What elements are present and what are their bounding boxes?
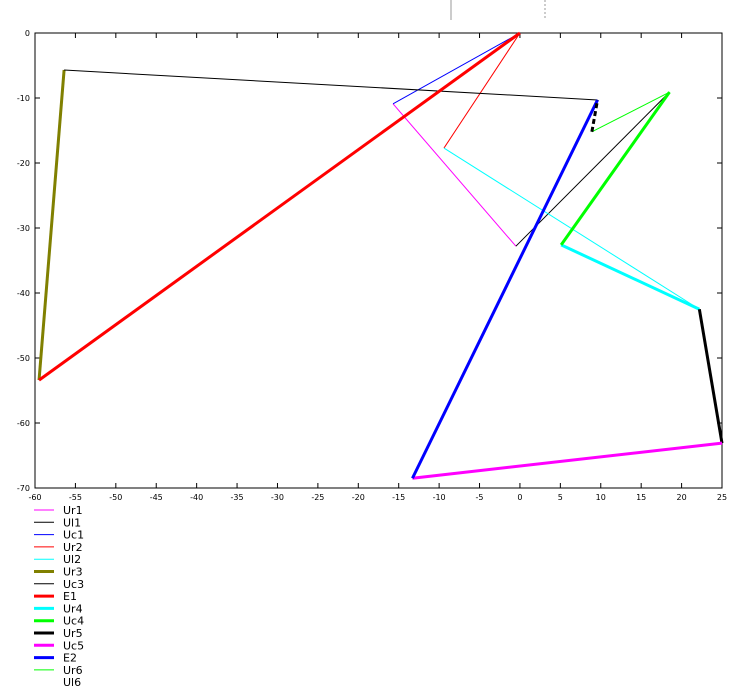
series-line-Ur4 [560, 243, 701, 311]
chart: -60 -55 -50 -45 -40 -35 -30 -25 -20 -15 -10 -5 0 5 10 1… [17, 0, 727, 689]
series-line-E1 [38, 31, 521, 382]
x-tick-label: -35 [231, 493, 244, 502]
y-tick-label: -10 [17, 94, 30, 103]
legend-label: Uc3 [63, 578, 84, 591]
x-tick-label: -30 [271, 493, 284, 502]
x-tick-label: 0 [517, 493, 522, 502]
series-line-Ur6 [591, 91, 670, 133]
y-tick-label: -30 [17, 224, 30, 233]
x-tick-label: -25 [311, 493, 324, 502]
legend-label: Ul2 [63, 553, 81, 566]
x-tick-label: -10 [433, 493, 446, 502]
series-line-Ur5 [697, 309, 724, 444]
y-tick-label: -40 [17, 289, 30, 298]
legend-label: Ur3 [63, 566, 83, 579]
x-tick-label: -20 [352, 493, 365, 502]
series-line-E2 [411, 99, 599, 479]
series-line-Uc5 [412, 441, 723, 480]
series-line-Ur2 [443, 32, 521, 149]
y-tick-label: -60 [17, 419, 30, 428]
legend-label: Ur5 [63, 627, 83, 640]
legend-label: Uc5 [63, 639, 84, 652]
y-tick-label: -20 [17, 159, 30, 168]
legend-label: Ul6 [63, 676, 81, 689]
y-tick-label: -70 [17, 484, 30, 493]
x-tick-label: -15 [392, 493, 405, 502]
legend-label: Ur6 [63, 664, 83, 677]
plot-frame [34, 32, 723, 489]
series-line-Ur3 [37, 69, 66, 381]
x-tick-label: -55 [69, 493, 82, 502]
x-tick-label: 15 [636, 493, 646, 502]
legend-label: E2 [63, 652, 77, 665]
series-line-Ur1 [392, 103, 517, 247]
x-tick-label: -60 [28, 493, 41, 502]
legend-label: Uc4 [63, 615, 84, 628]
legend-label: E1 [63, 590, 77, 603]
legend-label: Ul1 [63, 516, 81, 529]
x-tick-label: -5 [476, 493, 484, 502]
x-tick-label: 25 [717, 493, 727, 502]
y-tick-label: 0 [25, 29, 30, 38]
legend-label: Ur2 [63, 541, 83, 554]
legend-label: Ur1 [63, 504, 83, 517]
x-tick-label: -45 [150, 493, 163, 502]
legend-label: Uc1 [63, 529, 84, 542]
x-tick-label: 5 [558, 493, 563, 502]
x-tick-label: -50 [109, 493, 122, 502]
legend-label: Ur4 [63, 602, 83, 615]
series-line-Uc3 [64, 69, 598, 101]
y-tick-label: -50 [17, 354, 30, 363]
series-line-Uc1 [392, 32, 521, 105]
x-tick-label: 10 [596, 493, 606, 502]
x-tick-label: -40 [190, 493, 203, 502]
x-tick-label: 20 [676, 493, 686, 502]
series-line-Uc4 [559, 91, 671, 246]
